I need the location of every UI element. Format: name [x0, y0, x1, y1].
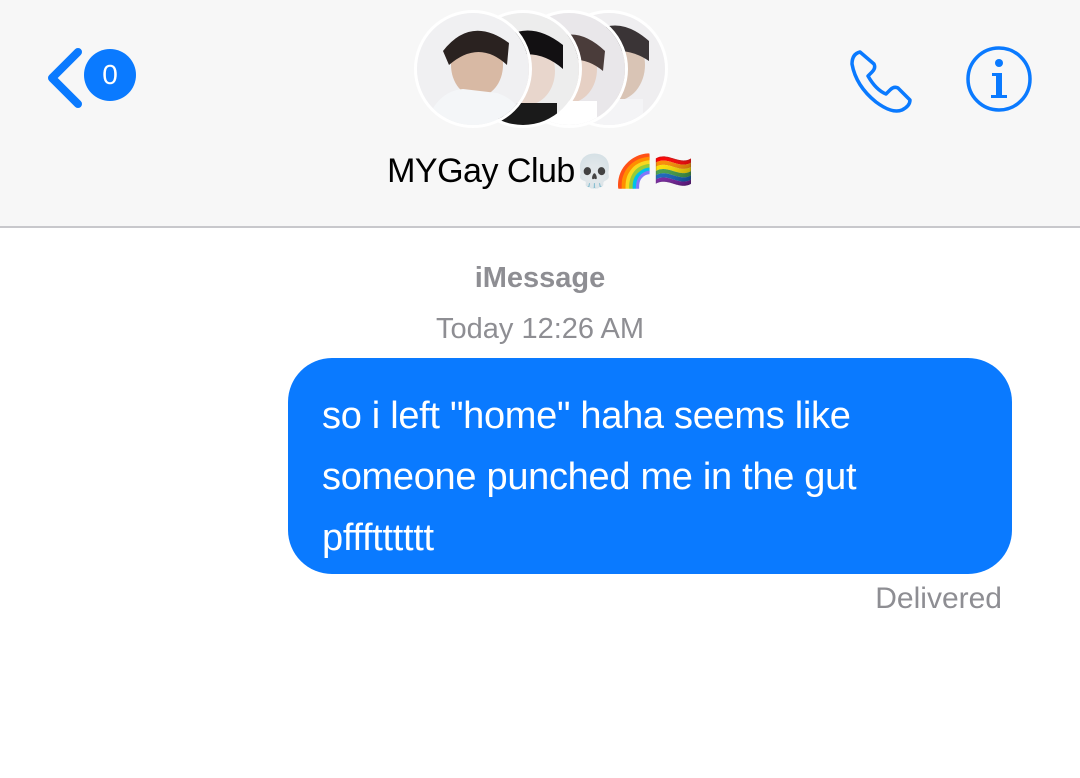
message-timestamp: Today 12:26 AM — [436, 313, 644, 345]
unread-badge: 0 — [84, 49, 136, 101]
group-title[interactable]: MYGay Club💀🌈🏳️‍🌈 — [0, 152, 1080, 191]
info-icon — [966, 46, 1032, 112]
delivery-status: Delivered — [875, 582, 1002, 615]
back-button[interactable]: 0 — [42, 42, 138, 108]
service-label: iMessage — [0, 262, 1080, 295]
conversation-header: 0 — [0, 0, 1080, 228]
call-button[interactable] — [846, 46, 916, 116]
group-name: MYGay Club — [387, 152, 575, 190]
info-button[interactable] — [964, 44, 1034, 114]
service-label-text: iMessage — [474, 262, 606, 294]
title-emojis: 💀🌈🏳️‍🌈 — [574, 153, 694, 189]
outgoing-message-bubble[interactable]: so i left "home" haha seems like someone… — [288, 358, 1012, 574]
phone-icon — [850, 50, 912, 113]
group-avatars[interactable] — [414, 10, 674, 132]
avatar — [414, 10, 532, 128]
chevron-left-icon — [48, 48, 82, 108]
